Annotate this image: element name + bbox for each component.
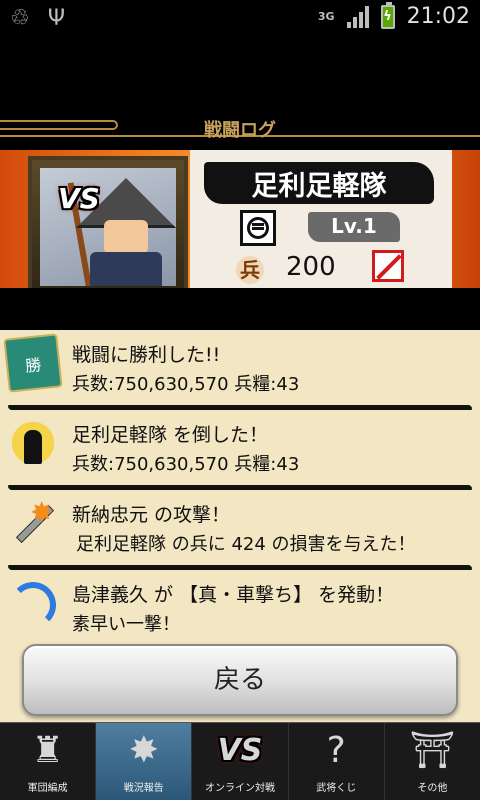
soldier-face: [104, 220, 148, 254]
back-button[interactable]: 戻る: [22, 644, 458, 716]
nav-label: 軍団編成: [27, 783, 68, 794]
network-type: 3G: [317, 10, 335, 23]
nav-label: オンライン対戦: [205, 783, 275, 794]
attack-icon: ✸: [6, 496, 60, 550]
nav-item-army[interactable]: ♜ 軍団編成: [0, 723, 97, 800]
clan-crest-icon: [240, 210, 276, 246]
gate-icon: ⛩: [409, 730, 456, 771]
log-entry-detail: 素早い一撃！: [72, 614, 180, 635]
defeat-icon: [6, 416, 60, 470]
samurai-helmet-icon: ♜: [31, 730, 64, 771]
troops-icon: 兵: [236, 256, 264, 284]
question-icon: ?: [326, 730, 346, 771]
page-title: 戦闘ログ: [204, 120, 276, 141]
enemy-info-panel: 足利足軽隊 Lv.1 兵 200: [190, 150, 452, 288]
log-entry-title: 足利足軽隊 を倒した！: [72, 424, 269, 446]
enemy-level: Lv.1: [331, 214, 377, 238]
battle-log-list[interactable]: 勝 戦闘に勝利した!! 兵数:750,630,570 兵糧:43 足利足軽隊 を…: [0, 330, 480, 640]
log-entry: ✸ 新納忠元 の攻撃！ 足利足軽隊 の兵に 424 の損害を与えた！: [0, 490, 480, 570]
status-right: 3G ϟ 21:02: [317, 1, 470, 29]
status-bar: ♲ Ψ 3G ϟ 21:02: [0, 0, 480, 38]
log-entry-detail: 兵数:750,630,570 兵糧:43: [72, 374, 300, 395]
nav-item-battle-report[interactable]: ✸ 戦況報告: [96, 723, 193, 800]
vs-icon: VS: [217, 733, 263, 768]
log-entry-title: 戦闘に勝利した!!: [72, 344, 221, 366]
battery-icon: ϟ: [380, 1, 395, 29]
skill-icon: [6, 576, 60, 630]
enemy-banner: VS 足利足軽隊 Lv.1 兵 200: [0, 150, 480, 300]
vs-badge: VS: [58, 182, 100, 215]
victory-flag-icon: 勝: [3, 333, 63, 393]
bottom-nav: ♜ 軍団編成 ✸ 戦況報告 VS オンライン対戦 ? 武将くじ ⛩ その他: [0, 722, 480, 800]
log-entry-title: 島津義久 が 【真・車撃ち】 を発動！: [72, 584, 395, 606]
enemy-troops: 200: [286, 252, 336, 282]
nav-label: 武将くじ: [316, 783, 357, 794]
nav-label: 戦況報告: [123, 783, 164, 794]
log-entry-detail: 足利足軽隊 の兵に 424 の損害を与えた！: [76, 534, 416, 555]
log-entry: 足利足軽隊 を倒した！ 兵数:750,630,570 兵糧:43: [0, 410, 480, 490]
signal-icon: [346, 5, 369, 28]
recycle-icon: ♲: [10, 6, 30, 31]
nav-item-online-battle[interactable]: VS オンライン対戦: [192, 723, 289, 800]
usb-icon: Ψ: [47, 6, 66, 31]
soldier-armor: [90, 252, 162, 286]
back-button-area: 戻る: [0, 638, 480, 722]
notification-icons: ♲ Ψ: [10, 6, 65, 31]
clock: 21:02: [406, 4, 470, 29]
nav-item-general-lottery[interactable]: ? 武将くじ: [289, 723, 385, 800]
log-entry-detail: 兵数:750,630,570 兵糧:43: [72, 454, 300, 475]
log-entry: 勝 戦闘に勝利した!! 兵数:750,630,570 兵糧:43: [0, 330, 480, 410]
enemy-portrait: VS: [28, 156, 188, 298]
log-entry-title: 新納忠元 の攻撃！: [72, 504, 231, 526]
sword-type-icon: [372, 250, 404, 282]
spear-icon: ✸: [128, 730, 159, 771]
log-entry: 島津義久 が 【真・車撃ち】 を発動！ 素早い一撃！: [0, 570, 480, 640]
page-header: 戦闘ログ: [0, 38, 480, 148]
enemy-name: 足利足軽隊: [251, 171, 387, 202]
nav-item-other[interactable]: ⛩ その他: [385, 723, 480, 800]
nav-label: その他: [417, 783, 448, 794]
